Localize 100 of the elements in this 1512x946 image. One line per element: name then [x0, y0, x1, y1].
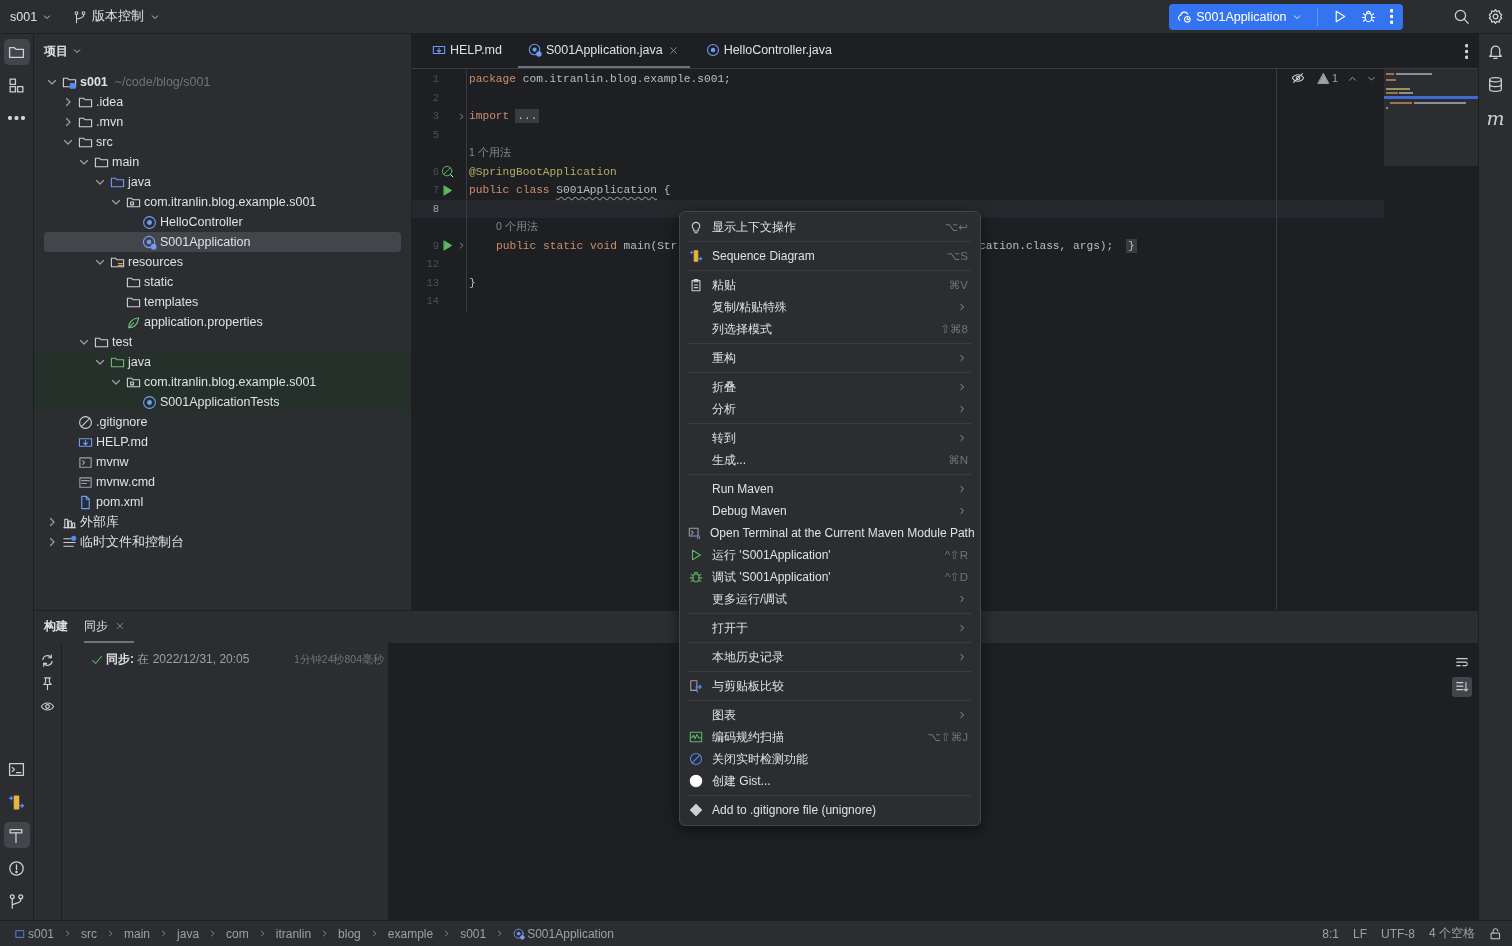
breadcrumb[interactable]: S001Application: [513, 926, 614, 941]
usage-hint[interactable]: 0 个用法: [469, 220, 538, 233]
menu-item[interactable]: 更多运行/调试: [680, 588, 980, 610]
indent-setting[interactable]: 4 个空格: [1429, 925, 1475, 942]
run-config-selector[interactable]: S001Application: [1177, 9, 1303, 24]
menu-item[interactable]: 粘贴 ⌘V: [680, 274, 980, 296]
tree-item[interactable]: S001Application: [44, 232, 401, 252]
menu-item[interactable]: 转到: [680, 427, 980, 449]
menu-item[interactable]: 显示上下文操作 ⌥↩: [680, 216, 980, 238]
tree-item[interactable]: 临时文件和控制台: [44, 532, 401, 552]
pin-icon[interactable]: [40, 676, 55, 691]
menu-item[interactable]: 编码规约扫描 ⌥⇧⌘J: [680, 726, 980, 748]
tree-item[interactable]: pom.xml: [44, 492, 401, 512]
editor-tab[interactable]: HELP.md: [422, 34, 512, 68]
module-icon: [14, 927, 26, 940]
menu-item[interactable]: 图表: [680, 704, 980, 726]
settings-icon[interactable]: [1487, 8, 1504, 25]
run-icon[interactable]: [441, 239, 454, 253]
menu-item[interactable]: Sequence Diagram ⌥S: [680, 245, 980, 267]
bug-icon: [689, 570, 703, 584]
tree-item[interactable]: main: [44, 152, 401, 172]
line-separator[interactable]: LF: [1352, 926, 1367, 941]
tree-item[interactable]: java: [34, 352, 411, 372]
tool-window-button[interactable]: [3, 39, 30, 65]
notifications-icon[interactable]: [1487, 43, 1504, 60]
panel-tab[interactable]: 构建: [44, 611, 68, 643]
tree-item[interactable]: .mvn: [44, 112, 401, 132]
more-icon[interactable]: [1464, 43, 1468, 59]
project-selector[interactable]: s001: [10, 9, 54, 24]
breadcrumb[interactable]: main: [124, 926, 151, 941]
menu-item[interactable]: Open Terminal at the Current Maven Module Path: [680, 522, 980, 544]
menu-item[interactable]: 列选择模式 ⇧⌘8: [680, 318, 980, 340]
eye-icon[interactable]: [40, 699, 55, 714]
refresh-icon[interactable]: [40, 653, 55, 668]
maven-button[interactable]: m: [1486, 109, 1505, 127]
tree-item[interactable]: static: [44, 272, 401, 292]
tree-item[interactable]: templates: [44, 292, 401, 312]
menu-item[interactable]: Run Maven: [680, 478, 980, 500]
sequence-diagram-icon: [689, 249, 703, 263]
vcs-menu[interactable]: 版本控制: [73, 8, 162, 25]
tree-item[interactable]: .idea: [44, 92, 401, 112]
tree-item[interactable]: HelloController: [44, 212, 401, 232]
breadcrumb[interactable]: s001: [460, 926, 487, 941]
breadcrumb[interactable]: itranlin: [275, 926, 312, 941]
panel-tab[interactable]: 同步: [84, 611, 134, 643]
tree-item[interactable]: com.itranlin.blog.example.s001: [34, 372, 411, 392]
breadcrumb[interactable]: java: [177, 926, 200, 941]
problems-icon: [8, 859, 25, 877]
menu-item[interactable]: 调试 'S001Application' ^⇧D: [680, 566, 980, 588]
warning-count[interactable]: 1: [1331, 72, 1338, 84]
tree-item[interactable]: s001 ~/code/blog/s001: [44, 72, 401, 92]
file-encoding[interactable]: UTF-8: [1381, 926, 1415, 941]
build-status[interactable]: 同步: 在 2022/12/31, 20:05: [106, 651, 250, 668]
tree-item[interactable]: java: [44, 172, 401, 192]
breadcrumb[interactable]: s001: [14, 926, 55, 941]
lock-icon[interactable]: [1489, 927, 1502, 940]
editor-tab[interactable]: S001Application.java: [517, 34, 690, 68]
search-icon[interactable]: [1453, 8, 1470, 25]
menu-item[interactable]: 折叠: [680, 376, 980, 398]
menu-item[interactable]: 分析: [680, 398, 980, 420]
scroll-to-end-button[interactable]: [1452, 677, 1472, 697]
tree-item[interactable]: S001ApplicationTests: [34, 392, 411, 412]
menu-item[interactable]: 运行 'S001Application' ^⇧R: [680, 544, 980, 566]
menu-item[interactable]: 复制/粘贴特殊: [680, 296, 980, 318]
tree-item[interactable]: mvnw.cmd: [44, 472, 401, 492]
tool-window-button[interactable]: [3, 822, 30, 848]
close-icon[interactable]: [114, 620, 126, 632]
menu-item[interactable]: 重构: [680, 347, 980, 369]
caret-position[interactable]: 8:1: [1322, 926, 1339, 941]
menu-item[interactable]: 与剪贴板比较: [680, 675, 980, 697]
code-line: public static void main(Str: [495, 239, 678, 252]
tree-item[interactable]: test: [44, 332, 401, 352]
bean-icon[interactable]: [441, 165, 454, 179]
tree-item[interactable]: src: [44, 132, 401, 152]
panel-title[interactable]: 项目: [44, 42, 68, 60]
tree-item[interactable]: HELP.md: [44, 432, 401, 452]
code-fragment: cation.class, args); }: [979, 239, 1137, 252]
menu-item[interactable]: Debug Maven: [680, 500, 980, 522]
tree-item[interactable]: com.itranlin.blog.example.s001: [44, 192, 401, 212]
menu-item[interactable]: 生成... ⌘N: [680, 449, 980, 471]
tree-item[interactable]: resources: [44, 252, 401, 272]
breadcrumb[interactable]: example: [387, 926, 434, 941]
menu-item[interactable]: 创建 Gist...: [680, 770, 980, 792]
run-icon[interactable]: [441, 183, 454, 197]
database-icon[interactable]: [1487, 76, 1504, 93]
tree-item[interactable]: mvnw: [44, 452, 401, 472]
tree-item[interactable]: application.properties: [44, 312, 401, 332]
menu-item[interactable]: 打开于: [680, 617, 980, 639]
hidden-icon[interactable]: [1290, 71, 1305, 85]
breadcrumb[interactable]: com: [226, 926, 249, 941]
tree-item[interactable]: 外部库: [44, 512, 401, 532]
breadcrumb[interactable]: blog: [338, 926, 361, 941]
menu-item[interactable]: 本地历史记录: [680, 646, 980, 668]
usage-hint[interactable]: 1 个用法: [469, 146, 511, 159]
debug-icon[interactable]: [1360, 9, 1376, 24]
editor-tab[interactable]: HelloController.java: [695, 34, 843, 68]
menu-item[interactable]: 关闭实时检测功能: [680, 748, 980, 770]
menu-item[interactable]: Add to .gitignore file (unignore): [680, 799, 980, 821]
tree-item[interactable]: .gitignore: [44, 412, 401, 432]
breadcrumb[interactable]: src: [81, 926, 98, 941]
